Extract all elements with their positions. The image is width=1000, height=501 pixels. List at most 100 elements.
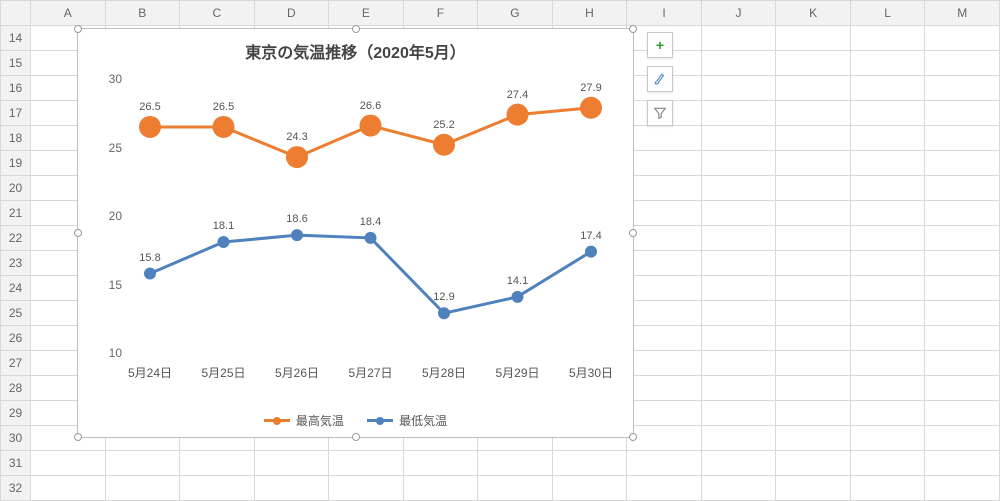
cell[interactable] <box>776 201 851 226</box>
col-header-G[interactable]: G <box>478 1 553 26</box>
cell[interactable] <box>701 476 776 501</box>
cell[interactable] <box>925 126 1000 151</box>
cell[interactable] <box>627 326 702 351</box>
cell[interactable] <box>403 451 478 476</box>
cell[interactable] <box>850 76 925 101</box>
cell[interactable] <box>701 51 776 76</box>
cell[interactable] <box>925 226 1000 251</box>
row-header-25[interactable]: 25 <box>1 301 31 326</box>
chart-elements-button[interactable]: + <box>647 32 673 58</box>
cell[interactable] <box>850 276 925 301</box>
cell[interactable] <box>925 176 1000 201</box>
cell[interactable] <box>701 101 776 126</box>
cell[interactable] <box>701 251 776 276</box>
cell[interactable] <box>925 426 1000 451</box>
cell[interactable] <box>850 51 925 76</box>
row-header-20[interactable]: 20 <box>1 176 31 201</box>
row-header-16[interactable]: 16 <box>1 76 31 101</box>
cell[interactable] <box>701 76 776 101</box>
cell[interactable] <box>701 151 776 176</box>
cell[interactable] <box>627 401 702 426</box>
cell[interactable] <box>925 151 1000 176</box>
spreadsheet-grid[interactable]: ABCDEFGHIJKLM141516171819202122232425262… <box>0 0 1000 500</box>
cell[interactable] <box>552 476 627 501</box>
cell[interactable] <box>850 176 925 201</box>
cell[interactable] <box>403 476 478 501</box>
cell[interactable] <box>701 26 776 51</box>
cell[interactable] <box>925 101 1000 126</box>
row-header-17[interactable]: 17 <box>1 101 31 126</box>
cell[interactable] <box>31 451 106 476</box>
chart-filter-button[interactable] <box>647 100 673 126</box>
cell[interactable] <box>776 251 851 276</box>
chart-styles-button[interactable] <box>647 66 673 92</box>
row-header-28[interactable]: 28 <box>1 376 31 401</box>
cell[interactable] <box>850 426 925 451</box>
cell[interactable] <box>776 226 851 251</box>
cell[interactable] <box>329 476 404 501</box>
cell[interactable] <box>850 301 925 326</box>
cell[interactable] <box>925 301 1000 326</box>
cell[interactable] <box>925 351 1000 376</box>
cell[interactable] <box>627 201 702 226</box>
cell[interactable] <box>850 251 925 276</box>
cell[interactable] <box>776 76 851 101</box>
cell[interactable] <box>701 226 776 251</box>
cell[interactable] <box>850 26 925 51</box>
cell[interactable] <box>254 476 329 501</box>
row-header-32[interactable]: 32 <box>1 476 31 501</box>
row-header-24[interactable]: 24 <box>1 276 31 301</box>
col-header-B[interactable]: B <box>105 1 180 26</box>
cell[interactable] <box>627 276 702 301</box>
col-header-F[interactable]: F <box>403 1 478 26</box>
cell[interactable] <box>925 76 1000 101</box>
col-header-J[interactable]: J <box>701 1 776 26</box>
row-header-26[interactable]: 26 <box>1 326 31 351</box>
row-header-22[interactable]: 22 <box>1 226 31 251</box>
cell[interactable] <box>627 426 702 451</box>
cell[interactable] <box>627 376 702 401</box>
cell[interactable] <box>776 101 851 126</box>
cell[interactable] <box>850 201 925 226</box>
cell[interactable] <box>701 376 776 401</box>
cell[interactable] <box>478 476 553 501</box>
row-header-30[interactable]: 30 <box>1 426 31 451</box>
col-header-D[interactable]: D <box>254 1 329 26</box>
cell[interactable] <box>925 401 1000 426</box>
cell[interactable] <box>31 476 106 501</box>
cell[interactable] <box>850 226 925 251</box>
cell[interactable] <box>850 151 925 176</box>
cell[interactable] <box>925 51 1000 76</box>
cell[interactable] <box>776 351 851 376</box>
cell[interactable] <box>701 451 776 476</box>
corner-cell[interactable] <box>1 1 31 26</box>
cell[interactable] <box>701 126 776 151</box>
cell[interactable] <box>627 251 702 276</box>
cell[interactable] <box>850 326 925 351</box>
cell[interactable] <box>627 151 702 176</box>
cell[interactable] <box>552 451 627 476</box>
cell[interactable] <box>701 201 776 226</box>
cell[interactable] <box>701 351 776 376</box>
cell[interactable] <box>776 326 851 351</box>
cell[interactable] <box>776 301 851 326</box>
row-header-15[interactable]: 15 <box>1 51 31 76</box>
cell[interactable] <box>701 276 776 301</box>
cell[interactable] <box>925 276 1000 301</box>
row-header-21[interactable]: 21 <box>1 201 31 226</box>
cell[interactable] <box>627 176 702 201</box>
cell[interactable] <box>627 226 702 251</box>
cell[interactable] <box>776 26 851 51</box>
cell[interactable] <box>478 451 553 476</box>
cell[interactable] <box>850 376 925 401</box>
cell[interactable] <box>850 101 925 126</box>
col-header-E[interactable]: E <box>329 1 404 26</box>
row-header-31[interactable]: 31 <box>1 451 31 476</box>
cell[interactable] <box>627 451 702 476</box>
cell[interactable] <box>701 426 776 451</box>
row-header-29[interactable]: 29 <box>1 401 31 426</box>
cell[interactable] <box>701 326 776 351</box>
row-header-27[interactable]: 27 <box>1 351 31 376</box>
cell[interactable] <box>850 476 925 501</box>
col-header-H[interactable]: H <box>552 1 627 26</box>
